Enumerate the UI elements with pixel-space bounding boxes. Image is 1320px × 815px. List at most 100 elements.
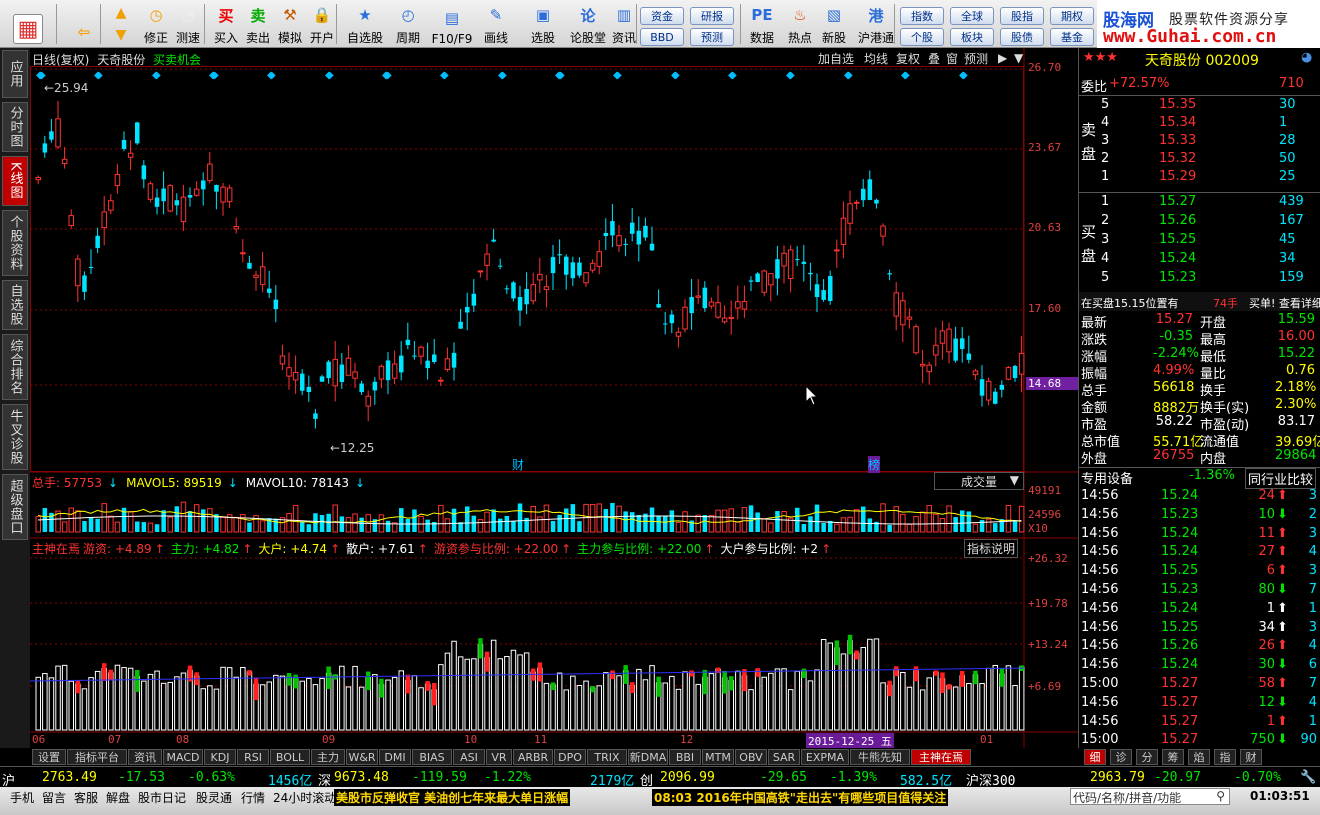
toolbar-small-button[interactable]: 预测: [690, 28, 734, 46]
left-tab-3[interactable]: 个股资料: [2, 210, 28, 276]
toolbar-button-hk[interactable]: 港沪港通: [854, 2, 898, 46]
chart-canvas[interactable]: ←25.94←12.25◆ ◆ ◆ ◆ ◆ ◆◆ ◆ ◆ ◆ ◆ ◆◆ ◆ ◆ ◆ ◆◆ ◆ ◆ ◆ ◆ ◆◆ ◆ ◆ ◆ ◆…: [30, 48, 1080, 748]
toolbar-button-buy[interactable]: 买买入: [210, 2, 242, 46]
toolbar-button-clock[interactable]: ◷ 修正: [140, 2, 172, 46]
up-button[interactable]: ▲: [110, 3, 132, 23]
indicator-tab[interactable]: TRIX: [587, 749, 627, 765]
toolbar-small-button[interactable]: 股债: [1000, 28, 1044, 46]
status-item[interactable]: 客服: [74, 789, 98, 806]
ad-banner[interactable]: 股海网 股票软件资源分享 www.Guhai.com.cn: [1097, 0, 1320, 48]
sector-name[interactable]: 专用设备: [1081, 468, 1133, 487]
toolbar-button-forum[interactable]: 论论股堂: [566, 2, 610, 46]
chart-arrow-button[interactable]: ▶: [998, 50, 1007, 66]
toolbar-button-pencil[interactable]: ✎ 画线: [480, 2, 512, 46]
event-marker[interactable]: 财: [512, 456, 524, 473]
status-item[interactable]: 股灵通: [196, 789, 232, 806]
right-tab[interactable]: 财: [1240, 749, 1262, 765]
toolbar-small-button[interactable]: 全球: [950, 7, 994, 25]
news-ticker-2[interactable]: 08:03 2016年中国高铁"走出去"有哪些项目值得关注: [652, 789, 949, 806]
toolbar-small-button[interactable]: 个股: [900, 28, 944, 46]
indicator-tab[interactable]: 牛熊先知: [850, 749, 910, 765]
toolbar-small-button[interactable]: BBD: [640, 28, 684, 46]
toolbar-button-star[interactable]: ★ 自选股: [343, 2, 387, 46]
left-tab-4[interactable]: 自选股: [2, 280, 28, 330]
status-item[interactable]: 手机: [10, 789, 34, 806]
toolbar-button-hot[interactable]: ♨ 热点: [784, 2, 816, 46]
chart-button-5[interactable]: 预测: [964, 50, 996, 66]
volume-selector[interactable]: 成交量 ▼: [934, 472, 1024, 490]
right-tab[interactable]: 指: [1214, 749, 1236, 765]
indicator-tab[interactable]: ASI: [453, 749, 485, 765]
toolbar-button-hammer[interactable]: ⚒ 模拟: [274, 2, 306, 46]
wrench-icon[interactable]: 🔧: [1300, 770, 1316, 785]
down-button[interactable]: ▼: [110, 25, 132, 45]
toolbar-button-windows[interactable]: ▦: [12, 2, 44, 46]
indicator-tab[interactable]: 指标平台: [67, 749, 127, 765]
indicator-tab[interactable]: DPO: [554, 749, 586, 765]
indicator-tab[interactable]: BBI: [669, 749, 701, 765]
toolbar-button-gauge[interactable]: ◔ 测速: [172, 2, 204, 46]
toolbar-small-button[interactable]: 板块: [950, 28, 994, 46]
compare-button[interactable]: 同行业比较: [1245, 468, 1317, 489]
toolbar-button-cycle[interactable]: ◴ 周期: [392, 2, 424, 46]
indicator-tab[interactable]: 主神在焉: [911, 749, 971, 765]
indicator-tab[interactable]: EXPMA: [801, 749, 849, 765]
toolbar-small-button[interactable]: 资金: [640, 7, 684, 25]
index-bar[interactable]: 沪 2763.49 -17.53 -0.63% 1456亿深 9673.48 -119.59…: [0, 766, 1320, 789]
indicator-tab[interactable]: VR: [486, 749, 512, 765]
indicator-tab[interactable]: OBV: [735, 749, 767, 765]
info-info_tail[interactable]: 买单! 查看详细: [1249, 295, 1320, 311]
toolbar-button-f10[interactable]: ▤ F10/F9: [430, 2, 474, 46]
right-tab[interactable]: 分: [1136, 749, 1158, 765]
chart-button-1[interactable]: 均线: [864, 50, 896, 66]
left-tab-0[interactable]: 应用: [2, 50, 28, 98]
indicator-explain-button[interactable]: 指标说明: [964, 539, 1019, 558]
toolbar-button-ipo[interactable]: ▧ 新股: [818, 2, 850, 46]
status-item[interactable]: 股市日记: [138, 789, 186, 806]
toolbar-button-back-arrow[interactable]: ⇦: [68, 2, 100, 46]
indicator-tab[interactable]: BIAS: [412, 749, 452, 765]
left-tab-7[interactable]: 超级盘口: [2, 474, 28, 540]
right-tab[interactable]: 筹: [1162, 749, 1184, 765]
indicator-tab[interactable]: SAR: [768, 749, 800, 765]
toolbar-small-button[interactable]: 期权: [1050, 7, 1094, 25]
news-ticker-1[interactable]: 美股市反弹收官 美油创七年来最大单日涨幅: [334, 789, 571, 806]
toolbar-small-button[interactable]: 指数: [900, 7, 944, 25]
toolbar-button-screen[interactable]: ▣ 选股: [527, 2, 559, 46]
event-marker[interactable]: 榜: [868, 456, 881, 473]
toolbar-small-button[interactable]: 基金: [1050, 28, 1094, 46]
toolbar-small-button[interactable]: 股指: [1000, 7, 1044, 25]
toolbar-button-lock[interactable]: 🔒 开户: [306, 2, 338, 46]
toolbar-button-sell[interactable]: 卖卖出: [242, 2, 274, 46]
toolbar-button-pe[interactable]: PE 数据: [746, 2, 778, 46]
kline-chart[interactable]: 日线(复权) 天奇股份 买卖机会 加自选 均线 复权叠窗预测 ▶ ▼ ←25.94 ←12…: [30, 48, 1080, 749]
left-tab-5[interactable]: 综合排名: [2, 334, 28, 400]
search-box[interactable]: 代码/名称/拼音/功能 ⚲: [1070, 788, 1230, 805]
indicator-tab[interactable]: BOLL: [270, 749, 310, 765]
indicator-tab[interactable]: DMI: [379, 749, 411, 765]
right-tab[interactable]: 焰: [1188, 749, 1210, 765]
status-item[interactable]: 留言: [42, 789, 66, 806]
indicator-tab[interactable]: 设置: [32, 749, 66, 765]
status-item[interactable]: 解盘: [106, 789, 130, 806]
indicator-tab[interactable]: KDJ: [204, 749, 236, 765]
chart-button-0[interactable]: 加自选: [818, 50, 864, 66]
chart-button-3[interactable]: 叠: [928, 50, 946, 66]
chart-button-4[interactable]: 窗: [946, 50, 964, 66]
status-item[interactable]: 行情: [241, 789, 265, 806]
right-tab[interactable]: 细: [1084, 749, 1106, 765]
toolbar-small-button[interactable]: 研报: [690, 7, 734, 25]
left-tab-1[interactable]: 分时图: [2, 102, 28, 152]
left-tab-6[interactable]: 牛叉诊股: [2, 404, 28, 470]
indicator-tab[interactable]: MACD: [163, 749, 203, 765]
status-item[interactable]: 24小时滚动: [273, 789, 336, 806]
indicator-tab[interactable]: 主力: [311, 749, 345, 765]
right-tab[interactable]: 诊: [1110, 749, 1132, 765]
indicator-tab[interactable]: W&R: [346, 749, 378, 765]
indicator-tab[interactable]: ARBR: [513, 749, 553, 765]
indicator-tab[interactable]: 资讯: [128, 749, 162, 765]
chart-menu-button[interactable]: ▼: [1014, 50, 1023, 66]
indicator-tab[interactable]: MTM: [702, 749, 734, 765]
chart-button-2[interactable]: 复权: [896, 50, 928, 66]
left-tab-2[interactable]: K线图: [2, 156, 28, 206]
